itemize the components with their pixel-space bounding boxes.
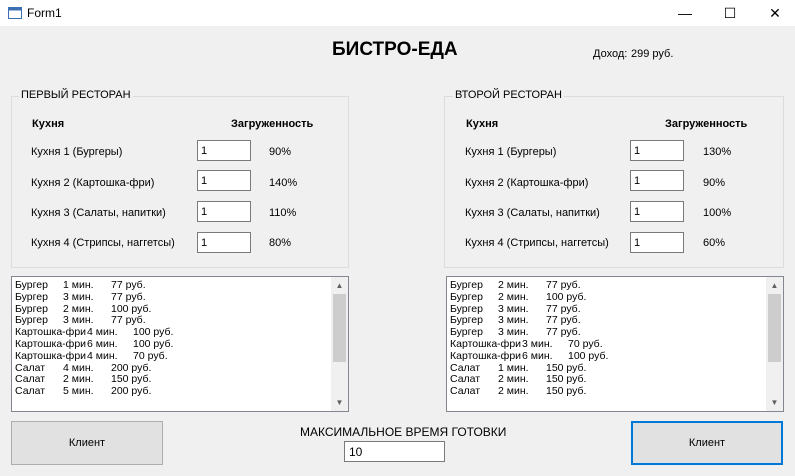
list-item[interactable]: Картошка-фри 4 мин. 70 руб. (15, 349, 330, 363)
restaurant2-kitchen1-input[interactable] (630, 140, 684, 161)
restaurant1-title: ПЕРВЫЙ РЕСТОРАН (19, 89, 133, 101)
income-value: 299 руб. (631, 48, 674, 60)
list-item-item: Картошка-фри (15, 349, 87, 362)
title-bar: Form1 — ☐ ✕ (0, 0, 795, 26)
scroll-up-icon[interactable]: ▲ (331, 277, 348, 294)
restaurant2-kitchen3-load: 100% (703, 207, 732, 219)
restaurant2-kitchen3-input[interactable] (630, 201, 684, 222)
income-label: Доход: (593, 48, 628, 60)
restaurant2-load-header: Загруженность (665, 118, 748, 130)
restaurant1-kitchen4-label: Кухня 4 (Стрипсы, наггетсы) (31, 237, 175, 249)
minimize-button[interactable]: — (662, 0, 708, 26)
restaurant1-kitchen4-input[interactable] (197, 232, 251, 253)
restaurant1-kitchen2-load: 140% (269, 177, 298, 189)
list-item-item: Салат (450, 385, 481, 398)
restaurant1-orders-scrollbar[interactable]: ▲ ▼ (331, 277, 348, 411)
max-time-input[interactable] (344, 441, 445, 462)
list-item-price: 150 руб. (546, 385, 587, 398)
page-title: БИСТРО-ЕДА (332, 39, 458, 60)
restaurant1-kitchen-header: Кухня (32, 118, 65, 130)
close-button[interactable]: ✕ (752, 0, 795, 26)
list-item-price: 70 руб. (133, 349, 168, 362)
restaurant1-kitchen3-input[interactable] (197, 201, 251, 222)
list-item-time: 2 мин. (498, 290, 529, 303)
restaurant1-kitchen2-input[interactable] (197, 170, 251, 191)
restaurant1-orders-list[interactable]: Бургер 1 мин. 77 руб. Бургер 3 мин. 77 руб. Бу… (11, 276, 349, 412)
list-item-item: Бургер (450, 290, 483, 303)
list-item-price: 100 руб. (568, 349, 609, 362)
restaurant1-group: ПЕРВЫЙ РЕСТОРАН Кухня Загруженность Кухн… (11, 89, 349, 268)
restaurant2-kitchen4-load: 60% (703, 237, 726, 249)
restaurant2-kitchen1-label: Кухня 1 (Бургеры) (465, 146, 557, 158)
list-item-price: 200 руб. (111, 385, 152, 398)
restaurant2-kitchen3-label: Кухня 3 (Салаты, напитки) (465, 207, 600, 219)
list-item[interactable]: Картошка-фри 6 мин. 100 руб. (15, 337, 330, 351)
restaurant2-kitchen2-input[interactable] (630, 170, 684, 191)
list-item-price: 100 руб. (133, 337, 174, 350)
list-item-time: 6 мин. (522, 349, 553, 362)
list-item[interactable]: Салат 5 мин. 200 руб. (15, 385, 330, 398)
list-item-price: 70 руб. (568, 337, 603, 350)
list-item-item: Картошка-фри (450, 337, 522, 350)
list-item-price: 100 руб. (546, 290, 587, 303)
restaurant1-load-header: Загруженность (231, 118, 314, 130)
scroll-down-icon[interactable]: ▼ (331, 394, 348, 411)
restaurant1-kitchen3-load: 110% (269, 207, 297, 219)
max-time-label: МАКСИМАЛЬНОЕ ВРЕМЯ ГОТОВКИ (300, 425, 507, 439)
restaurant1-kitchen4-load: 80% (269, 237, 292, 249)
restaurant2-orders-scrollbar[interactable]: ▲ ▼ (766, 277, 783, 411)
window-title: Form1 (27, 6, 62, 20)
restaurant1-kitchen1-load: 90% (269, 146, 292, 158)
list-item-time: 3 мин. (63, 290, 94, 303)
restaurant2-kitchen1-load: 130% (703, 146, 732, 158)
list-item-item: Картошка-фри (450, 349, 522, 362)
list-item-time: 2 мин. (498, 385, 529, 398)
scroll-up-icon[interactable]: ▲ (766, 277, 783, 294)
restaurant2-kitchen4-input[interactable] (630, 232, 684, 253)
restaurant2-kitchen-header: Кухня (466, 118, 499, 130)
list-item[interactable]: Картошка-фри 3 мин. 70 руб. (450, 337, 765, 351)
maximize-button[interactable]: ☐ (707, 0, 753, 26)
restaurant1-client-button[interactable]: Клиент (11, 421, 163, 465)
list-item-item: Картошка-фри (15, 337, 87, 350)
list-item[interactable]: Бургер 3 мин. 77 руб. (15, 290, 330, 304)
list-item-time: 5 мин. (63, 385, 94, 398)
list-item-item: Салат (15, 385, 46, 398)
restaurant2-group: ВТОРОЙ РЕСТОРАН Кухня Загруженность Кухн… (444, 89, 784, 268)
list-item-price: 77 руб. (111, 290, 146, 303)
list-item[interactable]: Салат 2 мин. 150 руб. (450, 385, 765, 398)
restaurant2-orders-list[interactable]: Бургер 2 мин. 77 руб. Бургер 2 мин. 100 руб. Б… (446, 276, 784, 412)
list-item-item: Бургер (15, 290, 48, 303)
restaurant2-kitchen2-label: Кухня 2 (Картошка-фри) (465, 177, 589, 189)
scroll-thumb[interactable] (333, 294, 346, 362)
restaurant2-client-button[interactable]: Клиент (631, 421, 783, 465)
restaurant1-kitchen1-label: Кухня 1 (Бургеры) (31, 146, 123, 158)
form-icon (8, 7, 22, 19)
restaurant1-kitchen1-input[interactable] (197, 140, 251, 161)
list-item-time: 6 мин. (87, 337, 118, 350)
restaurant2-kitchen4-label: Кухня 4 (Стрипсы, наггетсы) (465, 237, 609, 249)
list-item-time: 3 мин. (522, 337, 553, 350)
restaurant1-kitchen2-label: Кухня 2 (Картошка-фри) (31, 177, 155, 189)
scroll-down-icon[interactable]: ▼ (766, 394, 783, 411)
list-item-time: 4 мин. (87, 349, 118, 362)
list-item[interactable]: Картошка-фри 6 мин. 100 руб. (450, 349, 765, 363)
restaurant2-kitchen2-load: 90% (703, 177, 726, 189)
restaurant1-kitchen3-label: Кухня 3 (Салаты, напитки) (31, 207, 166, 219)
scroll-thumb[interactable] (768, 294, 781, 362)
list-item[interactable]: Бургер 2 мин. 100 руб. (450, 290, 765, 304)
restaurant2-title: ВТОРОЙ РЕСТОРАН (453, 89, 564, 101)
